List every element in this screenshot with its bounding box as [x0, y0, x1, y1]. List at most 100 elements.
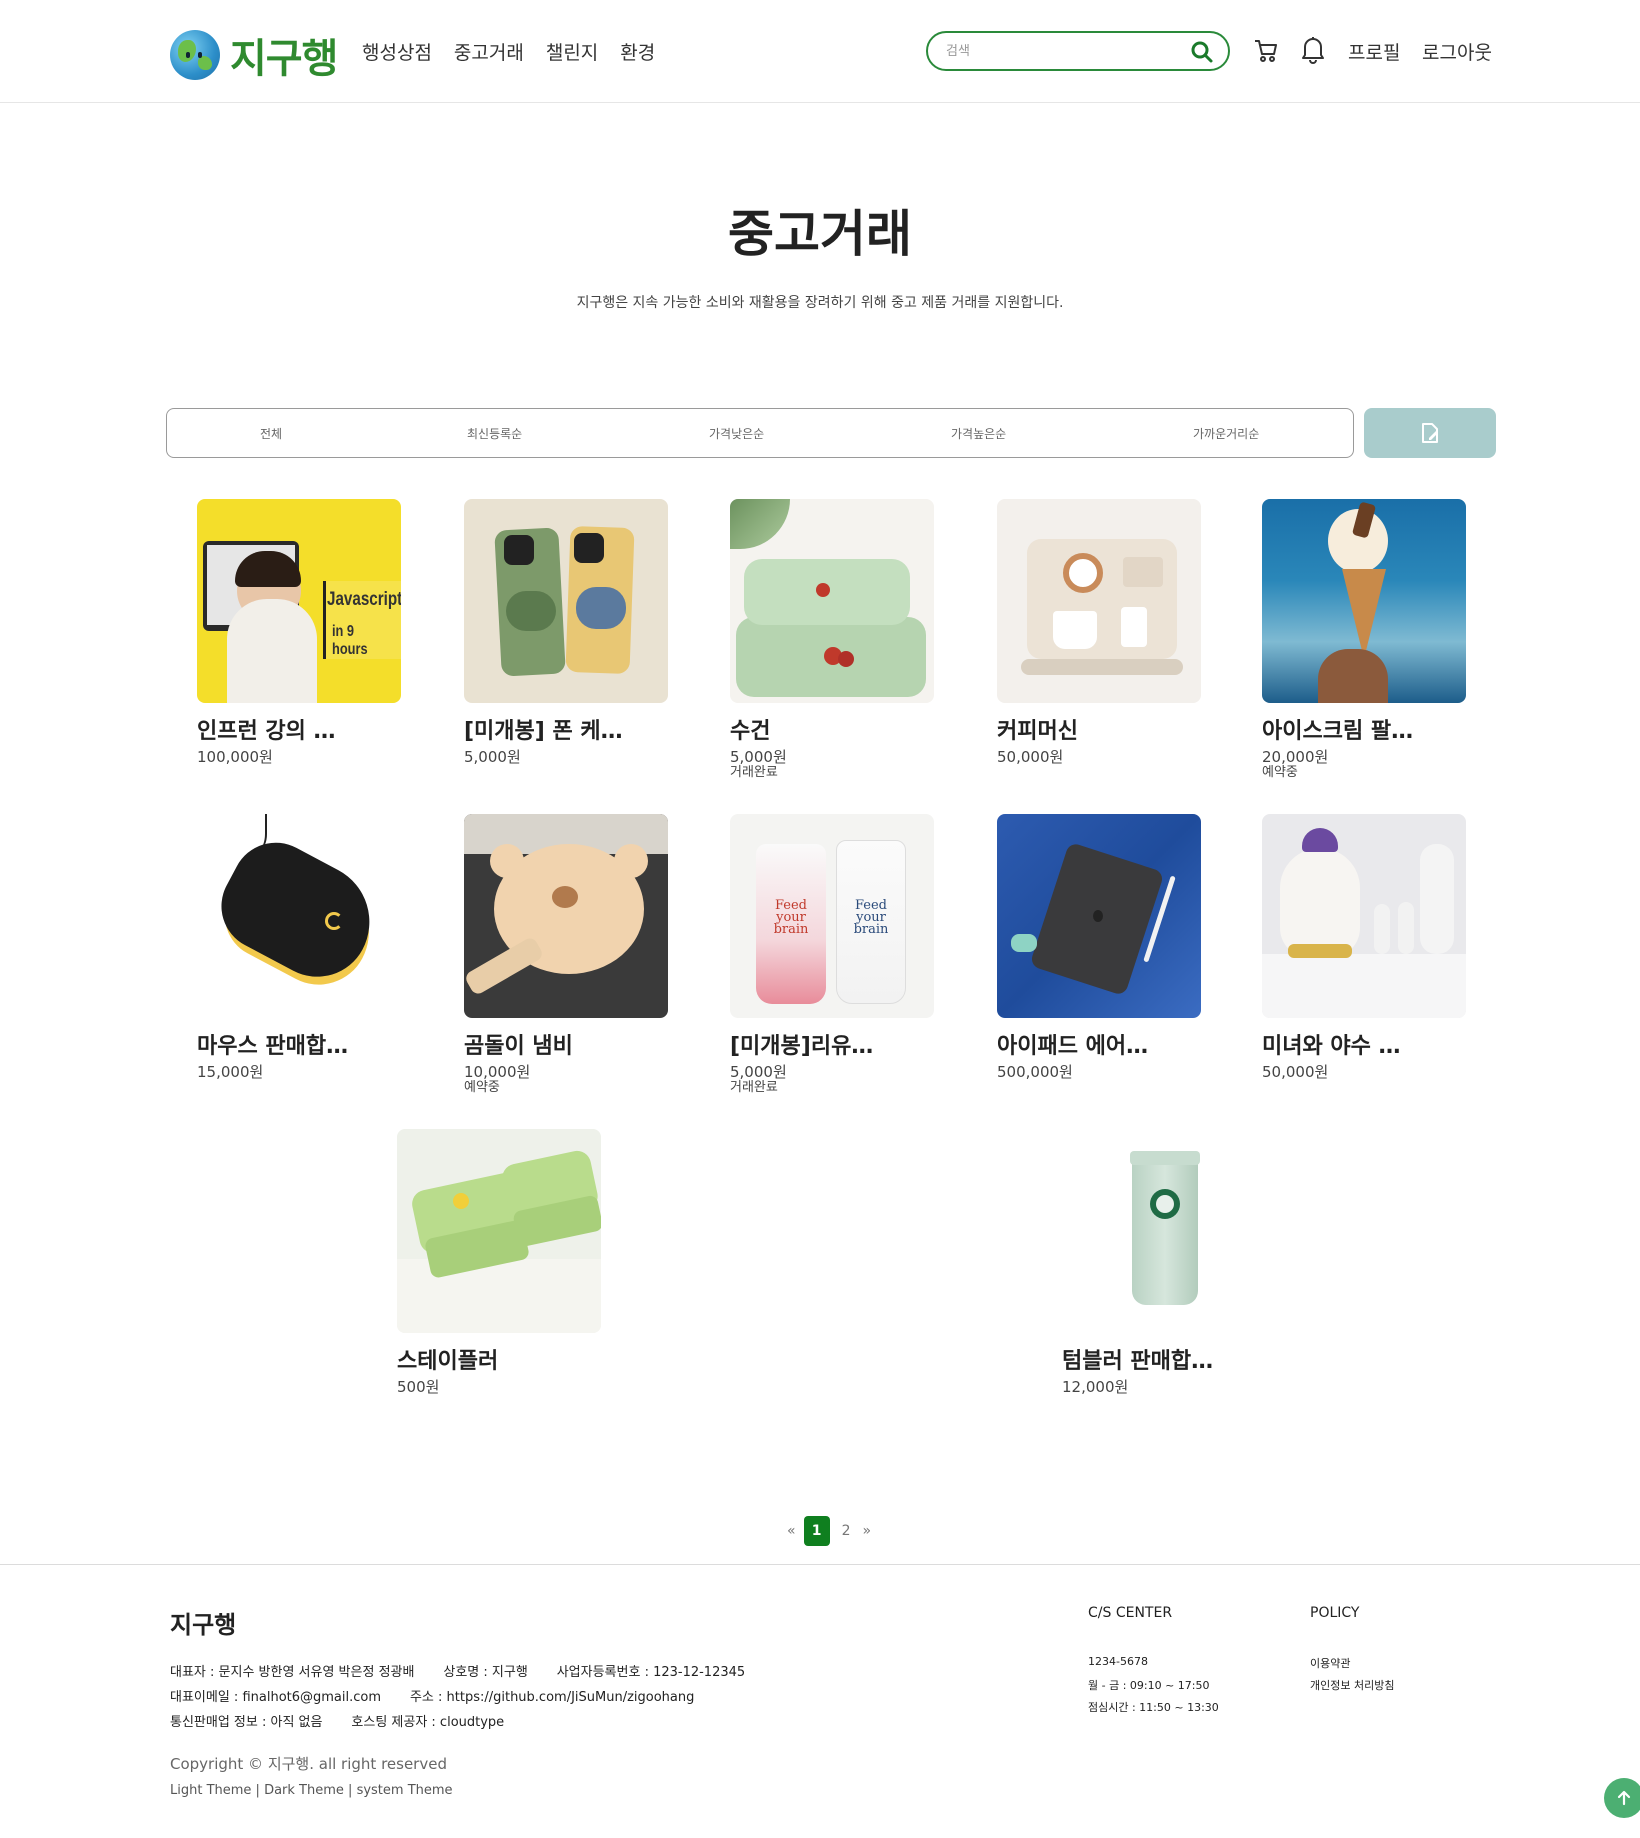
logout-link[interactable]: 로그아웃: [1422, 38, 1492, 65]
product-status: 거래완료: [730, 765, 778, 780]
product-card[interactable]: Feed your brain Feed your brain [미개봉]리유……: [730, 814, 934, 1095]
product-card[interactable]: 곰돌이 냄비 10,000원 예약중: [464, 814, 668, 1095]
bell-icon[interactable]: [1300, 34, 1326, 64]
product-image-ice-cream: [1262, 499, 1466, 703]
product-name: 마우스 판매합…: [197, 1034, 349, 1059]
page-title: 중고거래: [728, 205, 912, 263]
theme-separator: |: [343, 1783, 357, 1798]
theme-separator: |: [251, 1783, 265, 1798]
search-bar: [926, 31, 1230, 71]
product-card[interactable]: 아이스크림 팔… 20,000원 예약중: [1262, 499, 1466, 780]
nav-item-planet-shop[interactable]: 행성상점: [362, 38, 432, 65]
privacy-policy-link[interactable]: 개인정보 처리방침: [1310, 1677, 1394, 1693]
system-theme-link[interactable]: system Theme: [357, 1783, 453, 1798]
logo[interactable]: 지구행: [170, 26, 338, 84]
search-icon[interactable]: [1190, 40, 1214, 64]
product-card[interactable]: 텀블러 판매합… 12,000원: [1062, 1129, 1266, 1396]
prev-page-button[interactable]: «: [787, 1523, 796, 1539]
footer-info-line: 대표자 : 문지수 방한영 서유영 박은정 정광배 상호명 : 지구행 사업자등…: [170, 1665, 746, 1680]
terms-link[interactable]: 이용약관: [1310, 1655, 1350, 1671]
product-name: 곰돌이 냄비: [464, 1034, 573, 1059]
product-name: [미개봉] 폰 케…: [464, 719, 623, 744]
product-name: 인프런 강의 …: [197, 719, 336, 744]
nav-item-used-trade[interactable]: 중고거래: [454, 38, 524, 65]
product-price: 500,000원: [997, 1063, 1073, 1081]
product-name: 아이패드 에어…: [997, 1034, 1149, 1059]
earth-logo-icon: [170, 30, 220, 80]
product-name: [미개봉]리유…: [730, 1034, 874, 1059]
footer-info-line: 통신판매업 정보 : 아직 없음 호스팅 제공자 : cloudtype: [170, 1715, 505, 1730]
product-card[interactable]: 마우스 판매합… 15,000원: [197, 814, 401, 1081]
product-price: 5,000원: [730, 748, 787, 766]
footer-info-line: 대표이메일 : finalhot6@gmail.com 주소 : https:/…: [170, 1690, 695, 1705]
nav-item-environment[interactable]: 환경: [620, 38, 655, 65]
product-card[interactable]: 미녀와 야수 … 50,000원: [1262, 814, 1466, 1081]
product-price: 12,000원: [1062, 1378, 1129, 1396]
product-image-towel: [730, 499, 934, 703]
next-page-button[interactable]: »: [863, 1523, 872, 1539]
sort-option-price-high[interactable]: 가격높은순: [951, 425, 1006, 442]
product-status: 예약중: [464, 1080, 500, 1095]
product-price: 50,000원: [997, 748, 1064, 766]
product-status: 거래완료: [730, 1080, 778, 1095]
scroll-to-top-button[interactable]: [1604, 1778, 1640, 1818]
policy-title: POLICY: [1310, 1605, 1360, 1621]
cart-icon[interactable]: [1252, 36, 1280, 64]
product-price: 5,000원: [730, 1063, 787, 1081]
product-image-tumbler: [1062, 1129, 1266, 1333]
dark-theme-link[interactable]: Dark Theme: [264, 1783, 344, 1798]
product-price: 50,000원: [1262, 1063, 1329, 1081]
theme-switcher: Light Theme | Dark Theme | system Theme: [170, 1783, 453, 1798]
cup-print-text: Feed your brain: [853, 898, 889, 937]
lecture-image-text: Javascript: [327, 589, 401, 610]
edit-document-icon: [1422, 423, 1438, 443]
product-card[interactable]: 스테이플러 500원: [397, 1129, 601, 1396]
footer-brand: 지구행: [170, 1611, 237, 1639]
product-image-phone-case: [464, 499, 668, 703]
cs-lunch: 점심시간 : 11:50 ~ 13:30: [1088, 1701, 1219, 1714]
write-post-button[interactable]: [1364, 408, 1496, 458]
search-input[interactable]: [946, 43, 1176, 59]
sort-option-price-low[interactable]: 가격낮은순: [709, 425, 764, 442]
product-card[interactable]: Javascript in 9 hours 인프런 강의 … 100,000원: [197, 499, 401, 766]
nav-item-challenge[interactable]: 챌린지: [546, 38, 598, 65]
product-card[interactable]: 수건 5,000원 거래완료: [730, 499, 934, 780]
copyright: Copyright © 지구행. all right reserved: [170, 1755, 447, 1773]
product-price: 500원: [397, 1378, 440, 1396]
product-name: 스테이플러: [397, 1349, 499, 1374]
product-card[interactable]: 커피머신 50,000원: [997, 499, 1201, 766]
arrow-up-icon: [1617, 1790, 1631, 1806]
sort-option-newest[interactable]: 최신등록순: [467, 425, 522, 442]
product-card[interactable]: [미개봉] 폰 케… 5,000원: [464, 499, 668, 766]
sort-filter-bar: 전체 최신등록순 가격낮은순 가격높은순 가까운거리순: [166, 408, 1354, 458]
product-name: 커피머신: [997, 719, 1078, 744]
profile-link[interactable]: 프로필: [1348, 38, 1400, 65]
light-theme-link[interactable]: Light Theme: [170, 1783, 251, 1798]
product-name: 미녀와 야수 …: [1262, 1034, 1401, 1059]
sort-option-nearest[interactable]: 가까운거리순: [1193, 425, 1259, 442]
product-image-beauty-beast: [1262, 814, 1466, 1018]
page-1-button[interactable]: 1: [803, 1516, 830, 1546]
product-image-lecture: Javascript in 9 hours: [197, 499, 401, 703]
product-price: 20,000원: [1262, 748, 1329, 766]
cs-center-title: C/S CENTER: [1088, 1605, 1173, 1621]
main-nav: 행성상점 중고거래 챌린지 환경: [362, 38, 655, 65]
product-image-coffee-machine: [997, 499, 1201, 703]
site-header: 지구행 행성상점 중고거래 챌린지 환경 프로필 로그아웃: [0, 0, 1640, 103]
logo-text: 지구행: [230, 36, 338, 82]
product-name: 아이스크림 팔…: [1262, 719, 1414, 744]
page-2-button[interactable]: 2: [838, 1523, 855, 1539]
product-price: 100,000원: [197, 748, 273, 766]
product-name: 텀블러 판매합…: [1062, 1349, 1214, 1374]
lecture-image-subtext: in 9 hours: [332, 623, 368, 658]
cs-hours: 월 - 금 : 09:10 ~ 17:50: [1088, 1679, 1210, 1692]
product-card[interactable]: 아이패드 에어… 500,000원: [997, 814, 1201, 1081]
sort-option-all[interactable]: 전체: [260, 425, 282, 442]
product-status: 예약중: [1262, 765, 1298, 780]
site-footer: 지구행 대표자 : 문지수 방한영 서유영 박은정 정광배 상호명 : 지구행 …: [0, 1564, 1640, 1838]
product-image-ipad: [997, 814, 1201, 1018]
cup-print-text: Feed your brain: [773, 898, 809, 937]
product-price: 5,000원: [464, 748, 521, 766]
page-description: 지구행은 지속 가능한 소비와 재활용을 장려하기 위해 중고 제품 거래를 지…: [576, 295, 1064, 311]
cs-phone: 1234-5678: [1088, 1655, 1148, 1668]
